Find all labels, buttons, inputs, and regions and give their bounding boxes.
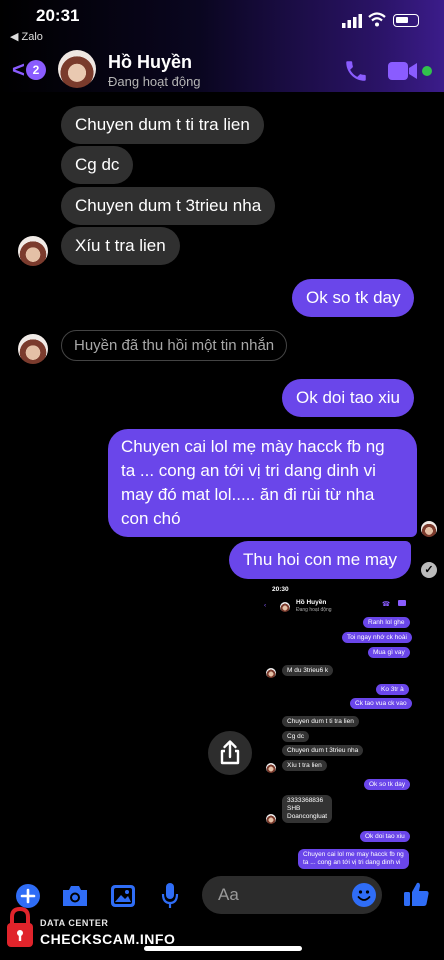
mini-message-multiline: Chuyen cai lol me may hacck fb ng ta ...…: [298, 849, 409, 869]
sender-avatar[interactable]: [18, 236, 48, 266]
back-to-app-link[interactable]: ◀ Zalo: [10, 30, 43, 43]
battery-icon: [393, 14, 419, 27]
mini-message: Ok so tk day: [364, 779, 411, 790]
watermark-top-text: DATA CENTER: [40, 918, 109, 928]
mini-message: Ok doi tao xiu: [360, 831, 410, 842]
mini-contact-name: Hồ Huyền: [296, 599, 327, 606]
message-line: Chuyen cai lol mẹ mày hacck fb ng: [121, 437, 385, 456]
message-incoming[interactable]: Xíu t tra lien: [61, 227, 180, 265]
message-line: ta ... cong an tới vị tri dang dinh vi: [121, 461, 376, 480]
mini-message: Toi ngay nhớ ck hoài: [342, 632, 412, 643]
message-outgoing[interactable]: Ok doi tao xiu: [282, 379, 414, 417]
phone-icon[interactable]: [343, 58, 369, 84]
mini-line: Chuyen cai lol me may hacck fb ng: [303, 851, 404, 858]
watermark-main-text: CHECKSCAM.INFO: [40, 931, 176, 947]
mini-contact-status: Đang hoạt động: [296, 607, 332, 613]
shared-image-screenshot[interactable]: 20:30 ‹ Hồ Huyền Đang hoạt động ☎ Ranh l…: [258, 584, 430, 876]
mini-line: SHB: [287, 805, 301, 812]
status-time: 20:31: [36, 6, 80, 25]
read-receipt-avatar: [421, 521, 437, 537]
emoji-icon[interactable]: [352, 883, 376, 907]
mini-time: 20:30: [272, 586, 289, 593]
mini-line: ta ... cong an tới vị tri dang dinh vi: [303, 859, 401, 866]
wifi-icon: [368, 12, 386, 27]
mini-message: Ck tao vua ck vao: [350, 698, 412, 709]
message-outgoing-long[interactable]: Chuyen cai lol mẹ mày hacck fb ng ta ...…: [108, 429, 417, 537]
message-incoming[interactable]: Cg dc: [61, 146, 134, 184]
mini-message: Ko 3tr à: [376, 684, 409, 695]
mini-video-icon: [398, 600, 406, 606]
message-outgoing[interactable]: Thu hoi con me may: [229, 541, 412, 579]
message-outgoing[interactable]: Ok so tk day: [292, 279, 415, 317]
message-input-placeholder: Aa: [218, 885, 239, 904]
sender-avatar[interactable]: [18, 334, 48, 364]
contact-avatar[interactable]: [58, 50, 96, 88]
message-incoming[interactable]: Chuyen dum t 3trieu nha: [61, 187, 276, 225]
share-button[interactable]: [208, 731, 252, 775]
mini-message: Mua gì vay: [368, 647, 410, 658]
message-input[interactable]: Aa: [202, 876, 382, 914]
chevron-left-icon[interactable]: <: [12, 57, 25, 83]
mini-message: Ranh lol ghe: [363, 617, 410, 628]
mini-message-multiline: 3333368836 SHB Doancongluat: [282, 795, 333, 823]
mini-message: Chuyen dum t 3trieu nha: [282, 745, 364, 756]
online-status-dot: [422, 66, 432, 76]
mini-avatar: [266, 668, 276, 678]
mini-message: M du 3trieu6 k: [282, 665, 334, 676]
mini-avatar: [266, 814, 276, 824]
mini-line: 3333368836: [287, 797, 324, 804]
message-line: may đó mat lol..... ăn đi rùi từ nha: [121, 485, 375, 504]
mini-avatar: [266, 763, 276, 773]
mini-avatar: [280, 602, 290, 612]
recalled-message-notice: Huyền đã thu hồi một tin nhắn: [61, 330, 288, 361]
image-icon[interactable]: [110, 884, 136, 908]
mic-icon[interactable]: [161, 882, 179, 910]
mini-message: Xíu t tra lien: [282, 760, 327, 771]
unread-count-badge[interactable]: 2: [26, 60, 46, 80]
mini-message: Cg dc: [282, 731, 309, 742]
share-icon: [220, 740, 240, 765]
mini-line: Doancongluat: [287, 813, 328, 820]
back-app-label: Zalo: [21, 31, 43, 43]
mini-message: Chuyen dum t ti tra lien: [282, 716, 359, 727]
video-icon[interactable]: [388, 60, 418, 82]
thumbs-up-icon[interactable]: [402, 880, 430, 908]
message-line: con chó: [121, 509, 181, 528]
signal-icon: [342, 14, 362, 28]
contact-name[interactable]: Hồ Huyền: [108, 52, 192, 73]
sent-check-icon: ✓: [421, 562, 437, 578]
lock-icon: [7, 906, 33, 947]
contact-status: Đang hoạt động: [108, 74, 201, 89]
plus-icon[interactable]: [16, 884, 40, 908]
mini-back-icon: ‹: [264, 602, 267, 609]
mini-phone-icon: ☎: [382, 601, 391, 608]
message-incoming[interactable]: Chuyen dum t ti tra lien: [61, 106, 264, 144]
camera-icon[interactable]: [61, 884, 89, 908]
